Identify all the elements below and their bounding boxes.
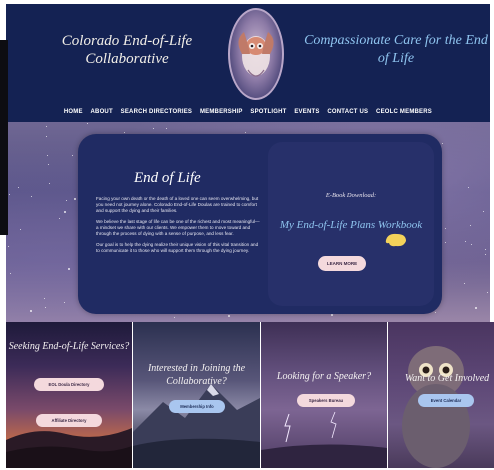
hero-paragraph: We believe the last stage of life can be… [96, 219, 260, 236]
event-calendar-button[interactable]: Event Calendar [418, 394, 474, 407]
ebook-title: My End-of-Life Plans Workbook [279, 219, 423, 231]
star [65, 200, 67, 202]
star [86, 122, 88, 124]
star [471, 243, 473, 245]
star [17, 186, 19, 188]
star [166, 127, 167, 129]
star [173, 317, 175, 319]
star [72, 154, 74, 156]
hero-paragraph: Facing your own death or the death of a … [96, 196, 259, 213]
star [7, 245, 9, 247]
star [46, 135, 48, 137]
star [483, 211, 485, 213]
nav-contact-us[interactable]: CONTACT US [327, 109, 368, 115]
learn-more-button[interactable]: LEARN MORE [318, 256, 366, 271]
feature-cards: Seeking End-of-Life Services? EOL Doula … [6, 322, 494, 470]
star [58, 217, 60, 219]
speakers-bureau-button[interactable]: Speakers Bureau [297, 394, 355, 407]
star [45, 126, 47, 128]
card-title: Looking for a Speaker? [276, 371, 372, 382]
nav-home[interactable]: HOME [64, 109, 83, 115]
star [330, 314, 333, 317]
nav-about[interactable]: ABOUT [91, 109, 113, 115]
star [48, 183, 50, 185]
star [31, 195, 33, 197]
card-join-collaborative: Interested in Joining the Collaborative?… [133, 322, 260, 468]
star [470, 224, 472, 226]
card-seeking-services: Seeking End-of-Life Services? EOL Doula … [6, 322, 132, 468]
star [9, 193, 11, 195]
affiliate-directory-button[interactable]: Affiliate Directory [36, 414, 102, 427]
star [44, 307, 46, 309]
owl-icon [238, 32, 274, 77]
star [227, 315, 230, 318]
hero-title: End of Life [134, 170, 201, 186]
star [30, 309, 33, 312]
star [47, 164, 49, 166]
star [463, 282, 465, 284]
star [20, 229, 21, 231]
star [485, 253, 487, 255]
site-tagline: Compassionate Care for the End of Life [304, 33, 488, 66]
nav-spotlight[interactable]: SPOTLIGHT [250, 109, 286, 115]
membership-info-button[interactable]: Membership Info [169, 400, 225, 413]
star [67, 267, 70, 270]
main-nav: HOME ABOUT SEARCH DIRECTORIES MEMBERSHIP… [6, 104, 490, 120]
card-title: Want to Get Involved [404, 373, 490, 384]
star [441, 142, 443, 144]
star [487, 291, 489, 293]
star [44, 297, 46, 299]
page: Colorado End-of-Life Collaborative Compa… [0, 0, 494, 470]
card-title: Interested in Joining the Collaborative? [147, 363, 246, 387]
star [485, 249, 487, 251]
nav-membership[interactable]: MEMBERSHIP [200, 109, 243, 115]
star [153, 127, 155, 129]
star [47, 154, 49, 156]
star [445, 241, 447, 243]
site-title[interactable]: Colorado End-of-Life Collaborative [52, 32, 202, 68]
hero-card: End of Life Facing your own death or the… [78, 134, 442, 314]
nav-events[interactable]: EVENTS [294, 109, 319, 115]
nav-search-directories[interactable]: SEARCH DIRECTORIES [121, 109, 193, 115]
card-get-involved: Want to Get Involved Event Calendar [388, 322, 494, 468]
hero-paragraph: Our goal is to help the dying realize th… [96, 242, 259, 253]
star [444, 227, 446, 229]
star [10, 273, 12, 275]
card-speaker: Looking for a Speaker? Speakers Bureau [261, 322, 387, 468]
star [74, 197, 77, 200]
star [435, 311, 437, 313]
mountain-image [133, 384, 260, 468]
star [465, 241, 467, 243]
left-dark-edge [0, 40, 8, 235]
star [64, 301, 66, 303]
ebook-panel: E-Book Download: My End-of-Life Plans Wo… [268, 142, 434, 306]
ebook-label: E-Book Download: [325, 192, 377, 199]
owl-logo-icon[interactable] [228, 8, 284, 100]
star [64, 210, 67, 213]
hero-section: End of Life Facing your own death or the… [6, 122, 490, 322]
hero-body: Facing your own death or the death of a … [96, 196, 262, 259]
star [474, 307, 477, 310]
card-title: Seeking End-of-Life Services? [8, 341, 130, 352]
eol-doula-directory-button[interactable]: EOL Doula Directory [34, 378, 104, 391]
star [468, 186, 470, 188]
nav-ceolc-members[interactable]: CEOLC MEMBERS [376, 109, 432, 115]
yellow-blob-icon [385, 233, 406, 247]
